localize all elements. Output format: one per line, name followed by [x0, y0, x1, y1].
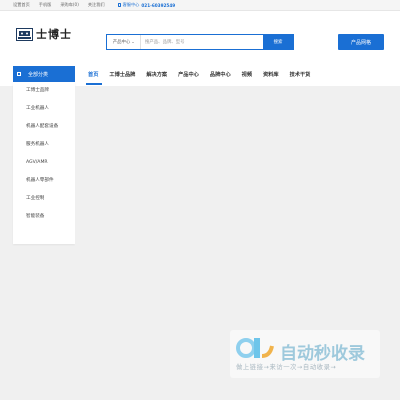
sidebar-item-brand[interactable]: 工博士品牌 [13, 82, 75, 100]
search-category-label: 产品中心 [112, 40, 131, 45]
site-logo[interactable]: 士博士 [16, 26, 72, 42]
chevron-down-icon [132, 41, 135, 43]
sidebar-item-service-robots[interactable]: 服务机器人 [13, 136, 75, 154]
phone-number: 021-60392549 [141, 2, 176, 8]
all-categories-button[interactable]: 全部分类 [13, 66, 75, 82]
customer-service-phone[interactable]: 客服中心 021-60392549 [117, 2, 176, 8]
nav-home[interactable]: 首页 [88, 71, 98, 78]
nav-brand-center[interactable]: 品牌中心 [210, 71, 231, 78]
all-categories-label: 全部分类 [28, 71, 49, 78]
set-homepage-link[interactable]: 设置首页 [13, 2, 30, 8]
nav-links: 首页 工博士品牌 解决方案 产品中心 品牌中心 视频 资料库 技术干货 [88, 66, 321, 82]
sidebar-item-smart-equipment[interactable]: 智能装备 [13, 208, 75, 226]
phone-icon [117, 3, 121, 7]
watermark-subtitle: 做上链接→来访一次→自动收录→ [236, 364, 337, 371]
logo-text: 士博士 [36, 28, 72, 41]
sidebar-item-robot-equipment[interactable]: 机器人配套设备 [13, 118, 75, 136]
product-grid-button[interactable]: 产品网格 [338, 34, 384, 50]
sidebar-item-agv-amr[interactable]: AGV/AMR [13, 154, 75, 172]
search-category-select[interactable]: 产品中心 [107, 35, 141, 49]
customer-service-label: 客服中心 [122, 2, 140, 7]
sidebar-item-industrial-robots[interactable]: 工业机器人 [13, 100, 75, 118]
watermark: 自动秒收录 做上链接→来访一次→自动收录→ [230, 330, 380, 378]
nav-tech-articles[interactable]: 技术干货 [290, 71, 311, 78]
nav-solutions[interactable]: 解决方案 [146, 71, 167, 78]
active-tab-indicator [86, 83, 102, 85]
sidebar-item-robot-parts[interactable]: 机器人零部件 [13, 172, 75, 190]
search-input[interactable] [141, 35, 263, 49]
watermark-logo-icon [236, 338, 274, 358]
sidebar-item-industrial-control[interactable]: 工业控制 [13, 190, 75, 208]
purchase-cart-link[interactable]: 采购车(0) [60, 2, 79, 8]
nav-videos[interactable]: 视频 [242, 71, 252, 78]
category-sidebar: 工博士品牌 工业机器人 机器人配套设备 服务机器人 AGV/AMR 机器人零部件… [13, 82, 75, 244]
mobile-version-link[interactable]: 手机版 [39, 2, 52, 8]
watermark-title: 自动秒收录 [280, 344, 365, 364]
nav-library[interactable]: 资料库 [263, 71, 279, 78]
nav-products[interactable]: 产品中心 [178, 71, 199, 78]
robot-logo-icon [16, 27, 33, 41]
search-bar: 产品中心 搜索 [106, 34, 294, 50]
menu-icon [17, 72, 21, 76]
top-utility-bar: 设置首页 手机版 采购车(0) 关注我们 客服中心 021-60392549 [0, 0, 400, 11]
follow-us-link[interactable]: 关注我们 [88, 2, 105, 8]
search-button[interactable]: 搜索 [263, 35, 293, 49]
nav-brand[interactable]: 工博士品牌 [109, 71, 135, 78]
